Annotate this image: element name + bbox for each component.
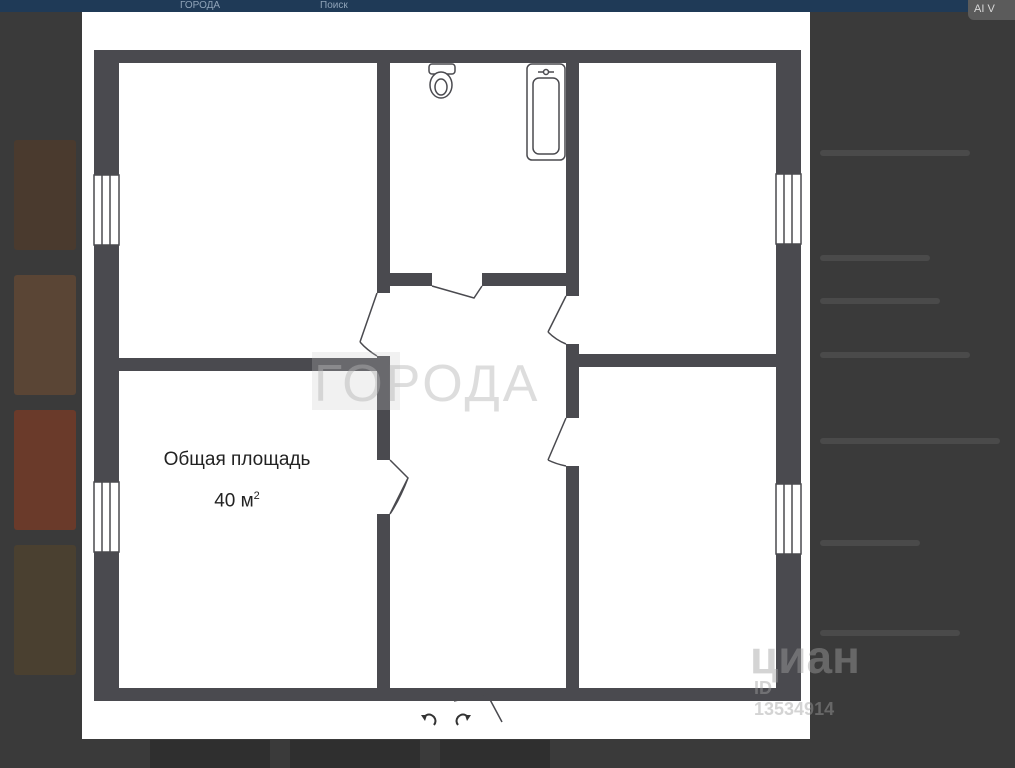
background-strip (150, 740, 270, 768)
rotate-right-icon (455, 713, 471, 726)
bathtub-icon (526, 63, 566, 161)
source-logo: циан (750, 631, 860, 683)
source-id: ID 13534914 (754, 678, 835, 719)
rotate-left-button[interactable] (416, 707, 442, 733)
background-strip (290, 740, 420, 768)
toilet-icon (428, 63, 456, 99)
background-text-line (820, 540, 920, 546)
area-unit-superscript: 2 (253, 490, 260, 502)
background-text-line (820, 298, 940, 304)
background-strip (440, 740, 550, 768)
background-header: ГОРОДА Поиск (0, 0, 1015, 12)
watermark-logo-box (312, 352, 400, 410)
background-text-line (820, 438, 1000, 444)
background-tab-search: Поиск (320, 0, 348, 11)
background-thumbnail (14, 140, 76, 250)
area-caption: Общая площадь (163, 449, 311, 470)
ai-button[interactable]: AI V (968, 0, 1015, 20)
background-thumbnail (14, 545, 76, 675)
background-text-line (820, 352, 970, 358)
area-value: 40 м2 (214, 490, 260, 512)
background-thumbnail (14, 410, 76, 530)
background-tab-goroda: ГОРОДА (180, 0, 221, 11)
background-text-line (820, 150, 970, 156)
background-thumbnail (14, 275, 76, 395)
total-area-label: Общая площадь 40 м2 (162, 442, 312, 519)
background-text-line (820, 255, 930, 261)
rotate-right-button[interactable] (450, 707, 476, 733)
floor-plan-drawing (93, 50, 802, 723)
rotate-left-icon (421, 713, 437, 726)
floor-plan-viewer: ГОРОДА Общая площадь 40 м2 циан ID 13534… (82, 12, 860, 739)
rotate-controls (412, 705, 480, 735)
